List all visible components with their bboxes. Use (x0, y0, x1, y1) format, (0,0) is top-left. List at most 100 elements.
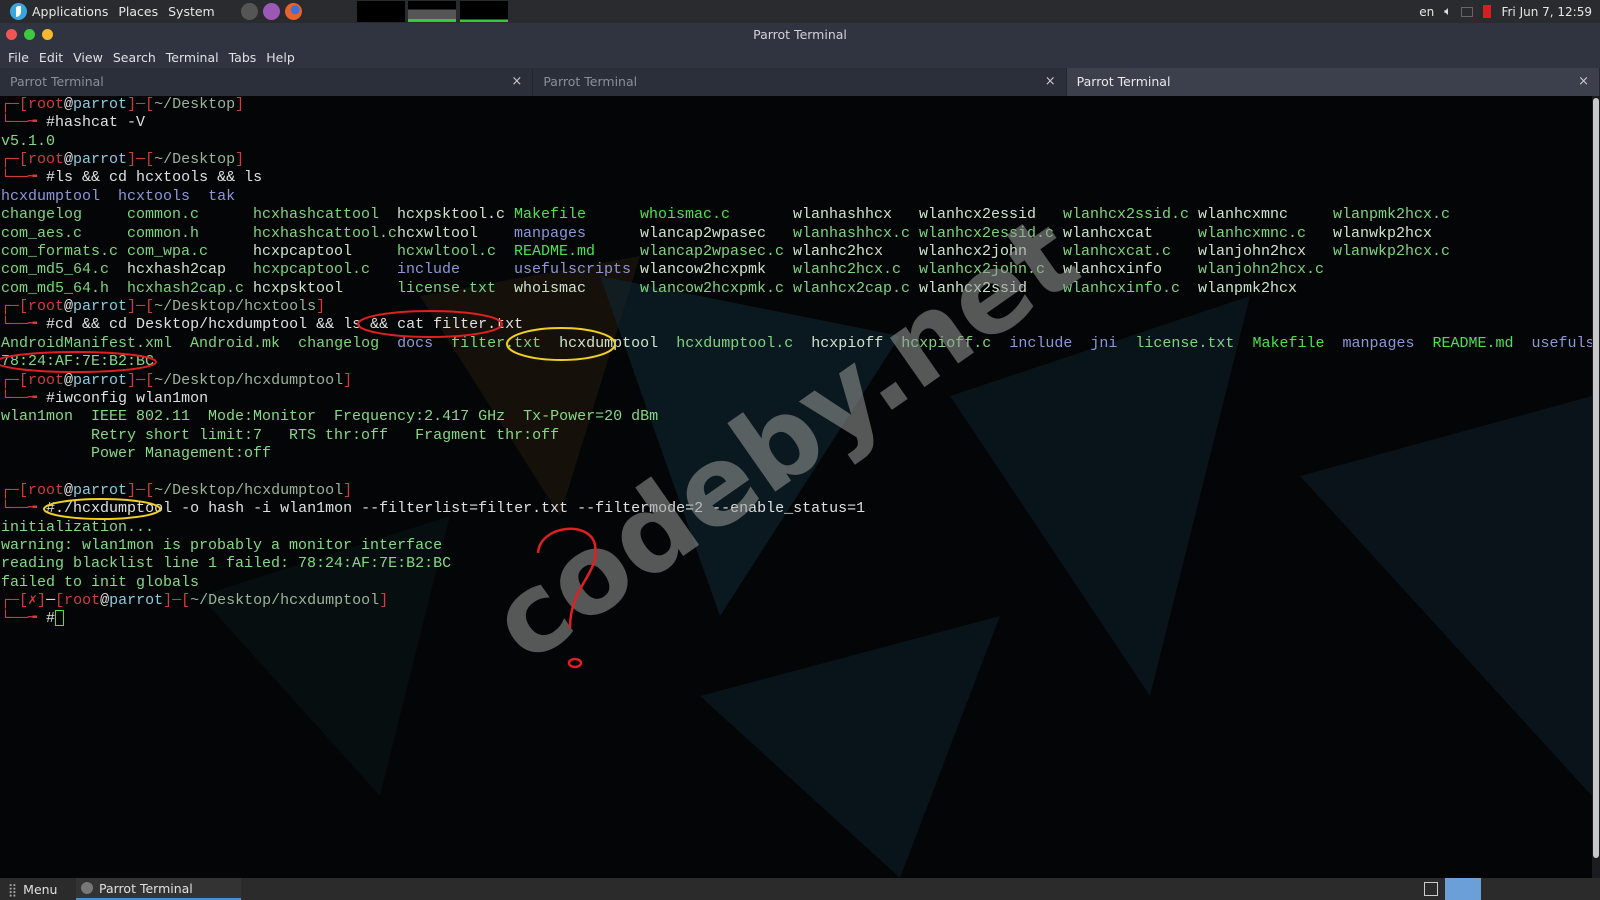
output-line: reading blacklist line 1 failed: 78:24:A… (1, 555, 452, 573)
prompt-path: ~/Desktop/hcxdumptool (154, 371, 344, 389)
ls-entry: wlancap2wpasec (640, 224, 767, 242)
prompt-frame: ] (343, 371, 353, 389)
prompt-frame: [ (55, 591, 65, 609)
show-desktop-icon[interactable] (1424, 882, 1438, 896)
ls-entry: wlanhcxcat (1063, 224, 1154, 242)
command-text: #ls && cd hcxtools && ls (46, 169, 263, 187)
network-icon[interactable] (1461, 6, 1474, 17)
ls-output-row: changelog common.c hcxhashcattool hcxpsktoo… (1, 206, 1581, 224)
keyboard-layout[interactable]: en (1419, 5, 1434, 19)
applications-menu[interactable]: Applications (10, 3, 108, 20)
prompt-frame: ┌─[ (1, 371, 29, 389)
menu-edit[interactable]: Edit (39, 50, 63, 65)
terminal-launcher-icon[interactable] (240, 3, 258, 20)
ls-entry: com_md5_64.c (1, 261, 110, 279)
prompt-arrow: └──╼ (1, 610, 47, 628)
menu-tabs[interactable]: Tabs (229, 50, 257, 65)
ls-entry: hcxpioff (811, 334, 884, 352)
prompt-arrow: └──╼ (1, 169, 47, 187)
ls-entry: wlancap2wpasec.c (640, 242, 785, 260)
ls-entry: license.txt (1135, 334, 1235, 352)
output-line: failed to init globals (1, 573, 200, 591)
menu-help[interactable]: Help (266, 50, 295, 65)
output-line: Power Management:off (1, 445, 272, 463)
ls-entry: wlanhcx2cap.c (793, 279, 911, 297)
prompt-at: @ (64, 481, 74, 499)
clock[interactable]: Fri Jun 7, 12:59 (1501, 5, 1592, 19)
ls-entry: usefulscripts (1531, 334, 1592, 352)
taskbar-menu-button[interactable]: Menu (23, 882, 57, 897)
prompt-host: parrot (73, 151, 128, 169)
prompt-frame: ]─[ (163, 591, 191, 609)
ls-entry: hcxdumptool.c (676, 334, 794, 352)
top-panel: Applications Places System en 🔈︎ Fri Jun… (0, 0, 1600, 23)
command-line: └──╼ #./hcxdumptool -o hash -i wlan1mon … (1, 500, 865, 518)
prompt-frame: ] (379, 591, 389, 609)
ls-output-row: com_md5_64.h hcxhash2cap.c hcxpsktool licen… (1, 280, 1581, 298)
prompt-frame: ] (37, 591, 47, 609)
maximize-window-button[interactable] (24, 29, 35, 40)
prompt-frame: ]─[ (127, 151, 155, 169)
tab-label: Parrot Terminal (1076, 74, 1171, 89)
close-tab-icon[interactable]: × (511, 68, 522, 96)
ls-entry: wlanhcxmnc.c (1198, 224, 1307, 242)
firefox-launcher-icon[interactable] (284, 3, 302, 20)
ls-entry: docs (397, 334, 434, 352)
prompt-host: parrot (73, 371, 128, 389)
menu-file[interactable]: File (8, 50, 29, 65)
prompt-user: root (28, 298, 65, 316)
prompt-line: ┌─[✗]─[root@parrot]─[~/Desktop/hcxdumpto… (1, 592, 388, 610)
ls-entry: filter.txt (451, 334, 542, 352)
close-window-button[interactable] (6, 29, 17, 40)
error-mark: ✗ (28, 591, 38, 609)
ls-entry: changelog (1, 206, 83, 224)
ls-entry: README.md (514, 242, 596, 260)
terminal-output[interactable]: ┌─[root@parrot]─[~/Desktop] └──╼ #hashcat… (0, 96, 1592, 878)
prompt-frame: ┌─[ (1, 481, 29, 499)
menu-terminal[interactable]: Terminal (166, 50, 219, 65)
text-editor-launcher-icon[interactable] (262, 3, 280, 20)
prompt-at: @ (64, 151, 74, 169)
ls-entry: com_aes.c (1, 224, 83, 242)
close-tab-icon[interactable]: × (1578, 68, 1589, 96)
ls-entry: wlanhcx2essid.c (919, 224, 1055, 242)
terminal-scrollbar[interactable] (1592, 96, 1600, 878)
tab-2[interactable]: Parrot Terminal × (533, 68, 1067, 96)
ls-entry: com_wpa.c (127, 242, 209, 260)
ls-entry: hcxwltool (397, 224, 479, 242)
ls-entry: wlancow2hcxpmk (640, 261, 767, 279)
system-menu[interactable]: System (168, 4, 215, 19)
ls-entry: include (397, 261, 461, 279)
workspace-switcher[interactable] (1445, 878, 1481, 900)
volume-icon[interactable]: 🔈︎ (1444, 4, 1451, 19)
prompt-frame: ] (235, 96, 245, 113)
command-text: # (46, 610, 56, 628)
minimize-window-button[interactable] (42, 29, 53, 40)
menu-search[interactable]: Search (113, 50, 156, 65)
taskbar-task-parrot-terminal[interactable]: Parrot Terminal (76, 878, 241, 900)
ls-entry: wlanhcxcat.c (1063, 242, 1172, 260)
tab-label: Parrot Terminal (543, 74, 638, 89)
ls-entry: wlanhcx2john (919, 242, 1028, 260)
terminal-icon (81, 882, 93, 894)
cpu-monitor (357, 1, 405, 22)
ls-entry: hcxhashcattool.c (253, 224, 398, 242)
ls-entry: manpages (1342, 334, 1415, 352)
tab-3-active[interactable]: Parrot Terminal × (1066, 68, 1600, 96)
ls-entry: wlanhcx2ssid.c (1063, 206, 1190, 224)
menu-grid-icon[interactable]: ⣿ (8, 882, 17, 897)
prompt-at: @ (64, 371, 74, 389)
ls-entry: hcxhash2cap.c (127, 279, 245, 297)
scrollbar-thumb[interactable] (1593, 98, 1599, 858)
close-tab-icon[interactable]: × (1045, 68, 1056, 96)
battery-icon[interactable] (1483, 5, 1492, 18)
output-line: v5.1.0 (1, 132, 56, 150)
ls-entry: hcxpcaptool.c (253, 261, 371, 279)
command-line: └──╼ #cd && cd Desktop/hcxdumptool && ls… (1, 316, 523, 334)
ls-entry: license.txt (397, 279, 497, 297)
places-menu[interactable]: Places (118, 4, 158, 19)
tab-1[interactable]: Parrot Terminal × (0, 68, 534, 96)
ls-entry: manpages (514, 224, 587, 242)
ls-entry: hcxhashcattool (253, 206, 380, 224)
menu-view[interactable]: View (73, 50, 103, 65)
